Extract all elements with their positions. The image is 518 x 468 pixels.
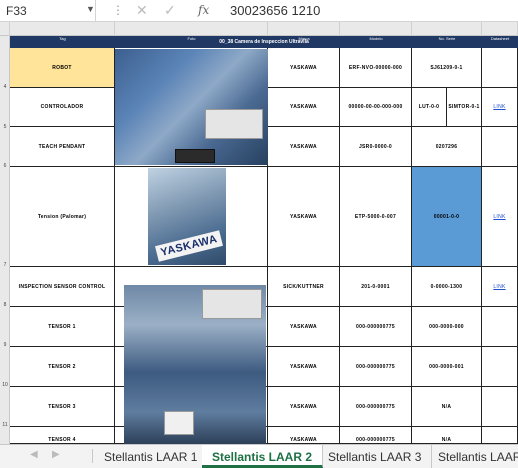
column-label: Modelo <box>369 36 383 41</box>
datasheet-cell[interactable] <box>482 48 518 87</box>
scroll-left-icon[interactable]: ◀ <box>30 449 38 460</box>
column-label: Foto <box>187 36 196 41</box>
marca-cell[interactable]: SICK/KUTTNER <box>268 267 340 306</box>
pendant-graphic <box>175 149 215 163</box>
fx-icon[interactable]: fx <box>198 3 209 17</box>
nameplate-graphic <box>205 109 263 139</box>
column-label: Tag <box>59 36 66 41</box>
yaskawa-logo-text: YASKAWA <box>155 230 224 262</box>
tag-cell[interactable]: ROBOT <box>10 48 115 87</box>
modelo-cell[interactable]: 000-000000775 <box>340 427 412 443</box>
sheet-tab-bar: ◀ ▶ Stellantis LAAR 1 Stellantis LAAR 2 … <box>0 444 518 468</box>
modelo-cell[interactable]: 00000-00-00-000-000 <box>340 88 412 126</box>
tag-cell[interactable]: Tension (Palomar) <box>10 167 115 266</box>
modelo-cell[interactable]: 000-000000775 <box>340 387 412 426</box>
robot-photo[interactable] <box>115 49 268 165</box>
modelo-cell[interactable]: 000-000000775 <box>340 307 412 346</box>
serie-cell-selected[interactable]: 00001-0-0 <box>412 167 482 266</box>
serie-cell[interactable]: SIMTOR-0-1 <box>447 88 482 126</box>
column-header[interactable] <box>268 22 340 36</box>
marca-cell[interactable]: YASKAWA <box>268 387 340 426</box>
qr-code-graphic <box>164 411 194 435</box>
datasheet-cell[interactable] <box>482 127 518 166</box>
modelo-cell[interactable]: 201-0-0001 <box>340 267 412 306</box>
row-number[interactable]: 11 <box>0 422 10 428</box>
chevron-down-icon[interactable]: ▼ <box>86 4 95 14</box>
serie-cell[interactable]: 000-0000-001 <box>412 347 482 386</box>
formula-bar: F33 ▼ ⋮ ✕ ✓ fx 30023656 1210 <box>0 0 518 22</box>
tab-stellantis-laar-1[interactable]: Stellantis LAAR 1 <box>94 445 209 468</box>
column-label: Marca <box>298 36 310 41</box>
row-number[interactable]: 4 <box>0 84 10 90</box>
tag-cell[interactable]: INSPECTION SENSOR CONTROL <box>10 267 115 306</box>
tab-stellantis-laar-2[interactable]: Stellantis LAAR 2 <box>202 445 324 468</box>
formula-input[interactable]: 30023656 1210 <box>230 3 320 18</box>
column-header[interactable] <box>412 22 482 36</box>
row-number[interactable]: 7 <box>0 262 10 268</box>
tag-cell[interactable]: TENSOR 4 <box>10 427 115 443</box>
tag-cell[interactable]: TENSOR 1 <box>10 307 115 346</box>
column-header-row <box>0 22 518 36</box>
marca-cell[interactable]: YASKAWA <box>268 427 340 443</box>
marca-cell[interactable]: YASKAWA <box>268 88 340 126</box>
column-header[interactable] <box>10 22 115 36</box>
modelo-cell[interactable]: JSR0-0000-0 <box>340 127 412 166</box>
table-row: Tension (Palomar) YASKAWA ETP-5000-0-007… <box>10 167 518 267</box>
label-graphic <box>202 289 262 319</box>
datasheet-cell[interactable] <box>482 307 518 346</box>
datasheet-cell[interactable] <box>482 387 518 426</box>
serie-cell[interactable]: 000-0000-000 <box>412 307 482 346</box>
controller-photo[interactable]: YASKAWA <box>148 168 226 265</box>
serie-cell[interactable]: N/A <box>412 427 482 443</box>
tab-divider <box>92 449 93 463</box>
tab-stellantis-laar4[interactable]: Stellantis LAAR4 <box>428 445 518 468</box>
more-icon: ⋮ <box>112 3 124 17</box>
row-number[interactable]: 5 <box>0 124 10 130</box>
row-number[interactable]: 8 <box>0 302 10 308</box>
modelo-cell[interactable]: 000-000000775 <box>340 347 412 386</box>
tag-cell[interactable]: TENSOR 3 <box>10 387 115 426</box>
tag-cell[interactable]: TEACH PENDANT <box>10 127 115 166</box>
row-number[interactable]: 10 <box>0 382 10 388</box>
column-label: Datasheet <box>490 36 510 41</box>
datasheet-cell[interactable] <box>482 427 518 443</box>
enter-icon[interactable]: ✓ <box>164 2 176 19</box>
serie-cell[interactable]: 0207296 <box>412 127 482 166</box>
datasheet-link[interactable]: LINK <box>482 167 518 266</box>
modelo-cell[interactable]: ERF-NVO-00000-000 <box>340 48 412 87</box>
scroll-right-icon[interactable]: ▶ <box>52 449 60 460</box>
tensor-photo[interactable] <box>124 285 266 444</box>
column-header[interactable] <box>115 22 268 36</box>
datasheet-cell[interactable] <box>482 347 518 386</box>
column-header[interactable] <box>482 22 518 36</box>
row-number[interactable]: 6 <box>0 163 10 169</box>
datasheet-link[interactable]: LINK <box>482 267 518 306</box>
marca-cell[interactable]: YASKAWA <box>268 347 340 386</box>
datasheet-link[interactable]: LINK <box>482 88 518 126</box>
marca-cell[interactable]: YASKAWA <box>268 48 340 87</box>
name-box[interactable]: F33 <box>0 0 96 21</box>
table-column-labels: Tag Foto Marca Modelo No. Serie Datashee… <box>10 36 518 41</box>
column-label: No. Serie <box>438 36 456 41</box>
serie-cell[interactable]: LUT-0-0 <box>412 88 447 126</box>
serie-cell[interactable]: SJ61209-0-1 <box>412 48 482 87</box>
tag-cell[interactable]: CONTROLADOR <box>10 88 115 126</box>
column-header[interactable] <box>340 22 412 36</box>
marca-cell[interactable]: YASKAWA <box>268 167 340 266</box>
tab-stellantis-laar-3[interactable]: Stellantis LAAR 3 <box>318 445 433 468</box>
marca-cell[interactable]: YASKAWA <box>268 127 340 166</box>
tag-cell[interactable]: TENSOR 2 <box>10 347 115 386</box>
serie-cell[interactable]: N/A <box>412 387 482 426</box>
serie-cell[interactable]: 0-0000-1300 <box>412 267 482 306</box>
cancel-icon[interactable]: ✕ <box>136 2 148 19</box>
modelo-cell[interactable]: ETP-5000-0-007 <box>340 167 412 266</box>
row-number[interactable]: 9 <box>0 342 10 348</box>
select-all-corner[interactable] <box>0 22 10 36</box>
marca-cell[interactable]: YASKAWA <box>268 307 340 346</box>
row-header-column: 4 5 6 7 8 9 10 11 <box>0 36 10 444</box>
